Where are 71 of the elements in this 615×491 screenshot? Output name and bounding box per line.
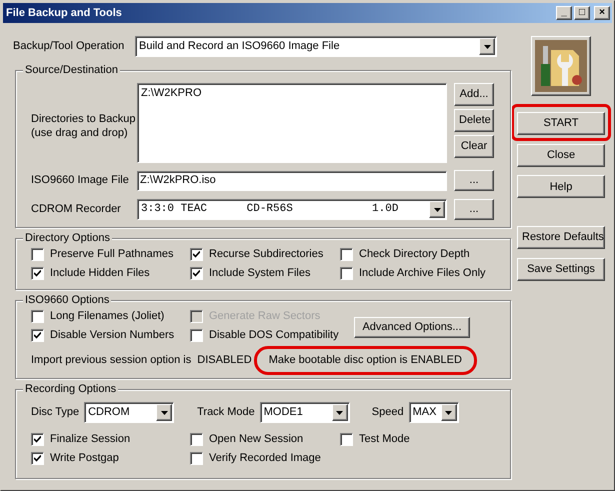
checkbox-label: Long Filenames (Joliet) — [50, 309, 164, 324]
browse-button[interactable]: ... — [454, 199, 494, 220]
checkbox-label: Preserve Full Pathnames — [50, 247, 174, 262]
button[interactable]: Close — [517, 144, 605, 166]
checkbox[interactable] — [31, 329, 44, 342]
group-title: Recording Options — [23, 382, 118, 396]
checkmark-icon — [193, 251, 200, 258]
checkbox[interactable] — [31, 433, 44, 446]
checkbox-label: Include System Files — [209, 266, 310, 282]
dropdown[interactable]: MODE1 — [260, 402, 350, 423]
checkbox[interactable] — [190, 267, 203, 280]
checkbox[interactable] — [31, 248, 44, 261]
field-label: Backup/Tool Operation — [13, 39, 126, 54]
window-control-button[interactable]: □ — [574, 6, 590, 20]
browse-button[interactable]: ... — [454, 170, 494, 191]
checkbox[interactable] — [190, 248, 203, 261]
checkbox[interactable] — [31, 267, 44, 280]
button[interactable]: Help — [517, 175, 605, 198]
dropdown[interactable]: Build and Record an ISO9660 Image File — [135, 36, 497, 57]
button[interactable]: Add... — [454, 83, 494, 106]
input-field[interactable]: Z:\W2kPRO.iso — [137, 170, 447, 190]
checkbox[interactable] — [340, 433, 353, 446]
window-control-button[interactable]: × — [594, 6, 610, 20]
checkbox-label: Check Directory Depth — [359, 247, 470, 262]
checkbox-label: Finalize Session — [50, 432, 130, 448]
status-text: Make bootable disc option is ENABLED — [254, 346, 477, 374]
checkmark-icon — [34, 455, 41, 462]
field-label: ISO9660 Image File — [31, 173, 130, 188]
checkmark-icon — [34, 332, 41, 339]
checkbox-label: Recurse Subdirectories — [209, 247, 324, 262]
checkmark-icon — [34, 436, 41, 443]
checkmark-icon — [34, 270, 41, 277]
status-text: Import previous session option is DISABLED — [31, 353, 252, 368]
checkbox-label: Include Archive Files Only — [359, 266, 486, 282]
checkmark-icon — [193, 270, 200, 277]
button[interactable]: Delete — [454, 109, 494, 132]
field-label: Disc Type — [31, 405, 80, 420]
checkbox-label: Write Postgap — [50, 451, 119, 466]
checkbox[interactable] — [340, 248, 353, 261]
field-label: Track Mode — [197, 405, 255, 420]
checkbox[interactable] — [190, 433, 203, 446]
checkbox[interactable] — [31, 452, 44, 465]
window-title: File Backup and Tools — [6, 6, 122, 21]
group-title: ISO9660 Options — [23, 293, 112, 307]
button[interactable]: Restore Defaults — [517, 226, 605, 249]
checkbox-label: Verify Recorded Image — [209, 451, 321, 466]
checkbox-label: Disable DOS Compatibility — [209, 328, 339, 344]
dropdown[interactable]: 3:3:0 TEAC CD-R56S 1.0D — [137, 199, 447, 220]
field-label: CDROM Recorder — [31, 202, 122, 218]
field-label: (use drag and drop) — [31, 126, 129, 140]
window-control-button[interactable]: _ — [556, 6, 572, 20]
group-title: Directory Options — [23, 231, 112, 245]
list-item[interactable]: Z:\W2KPRO — [141, 85, 443, 102]
button[interactable]: Advanced Options... — [354, 317, 470, 338]
button[interactable]: Clear — [454, 135, 494, 158]
checkbox-label: Include Hidden Files — [50, 266, 150, 282]
checkbox[interactable] — [340, 267, 353, 280]
dropdown[interactable]: MAX — [408, 402, 459, 423]
field-label: Directories to Backup — [31, 112, 137, 126]
checkbox[interactable] — [190, 329, 203, 342]
button[interactable]: START — [517, 112, 605, 135]
checkbox-label: Open New Session — [209, 432, 304, 448]
directory-list[interactable]: Z:\W2KPRO — [137, 83, 447, 163]
checkbox-label: Test Mode — [359, 432, 410, 448]
field-label: Speed — [372, 405, 404, 420]
checkbox[interactable] — [190, 452, 203, 465]
checkbox[interactable] — [31, 310, 44, 323]
button[interactable]: Save Settings — [517, 258, 605, 281]
toolbox-icon — [531, 36, 591, 96]
checkbox-label: Disable Version Numbers — [50, 328, 174, 344]
dropdown[interactable]: CDROM — [84, 402, 174, 423]
